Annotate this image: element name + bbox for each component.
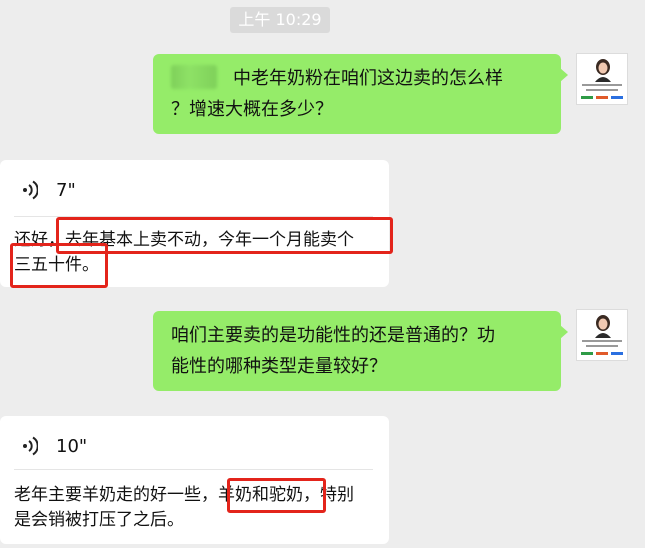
bubble-tail bbox=[560, 325, 568, 339]
message-timestamp: 上午 10:29 bbox=[230, 7, 330, 33]
avatar-detail bbox=[582, 84, 622, 86]
avatar-detail bbox=[596, 352, 608, 355]
user-avatar[interactable] bbox=[576, 53, 628, 105]
user-avatar[interactable] bbox=[576, 309, 628, 361]
avatar-detail bbox=[596, 96, 608, 99]
highlight-box bbox=[227, 478, 326, 513]
avatar-detail bbox=[586, 345, 618, 347]
transcript-divider bbox=[14, 469, 373, 470]
voice-wave-icon bbox=[23, 436, 38, 456]
outgoing-message-bubble[interactable]: 中老年奶粉在咱们这边卖的怎么样 ？增速大概在多少？ bbox=[153, 54, 568, 134]
avatar-detail bbox=[611, 96, 623, 99]
incoming-voice-message[interactable]: 10" 老年主要羊奶走的好一些，羊奶和驼奶，特别 是会销被打压了之后。 bbox=[0, 416, 389, 544]
blurred-name bbox=[171, 65, 217, 89]
message-text-line: ？增速大概在多少？ bbox=[171, 99, 333, 120]
voice-duration: 7" bbox=[56, 179, 76, 201]
voice-play-control[interactable]: 10" bbox=[22, 434, 87, 458]
avatar-detail bbox=[611, 352, 623, 355]
avatar-portrait-icon bbox=[595, 315, 611, 338]
highlight-box bbox=[10, 243, 108, 288]
avatar-detail bbox=[581, 96, 593, 99]
voice-wave-icon bbox=[23, 180, 38, 200]
avatar-detail bbox=[586, 89, 618, 91]
avatar-portrait-icon bbox=[595, 59, 611, 82]
voice-duration: 10" bbox=[56, 435, 88, 457]
outgoing-message-bubble[interactable]: 咱们主要卖的是功能性的还是普通的？功 能性的哪种类型走量较好？ bbox=[153, 311, 568, 391]
avatar-detail bbox=[582, 340, 622, 342]
bubble-tail bbox=[560, 68, 568, 82]
message-text-line: 能性的哪种类型走量较好？ bbox=[171, 356, 387, 377]
message-text-line: 中老年奶粉在咱们这边卖的怎么样 bbox=[233, 68, 503, 89]
voice-play-control[interactable]: 7" bbox=[22, 178, 76, 202]
avatar-detail bbox=[581, 352, 593, 355]
message-text-line: 咱们主要卖的是功能性的还是普通的？功 bbox=[171, 325, 495, 346]
